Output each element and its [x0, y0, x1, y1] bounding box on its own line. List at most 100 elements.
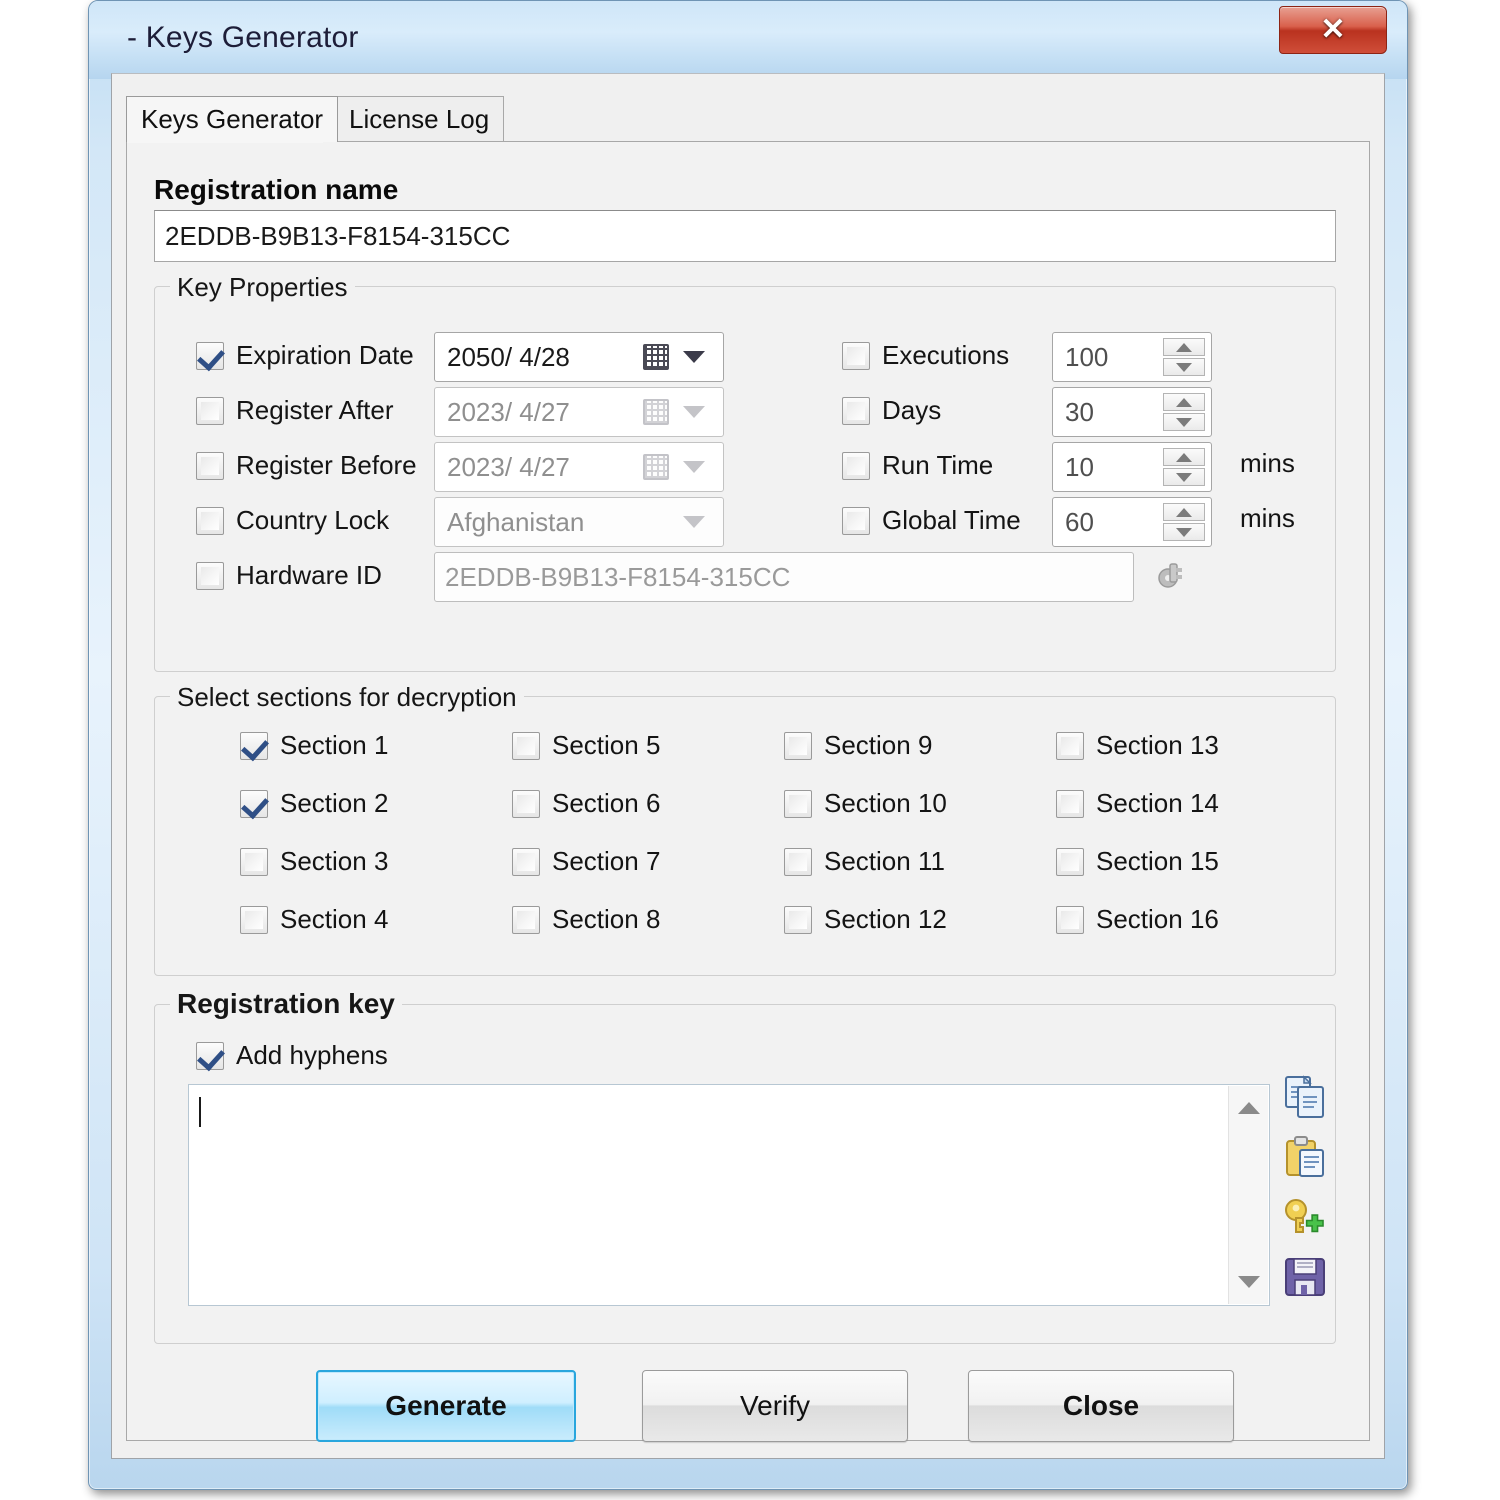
- checkbox-section-11[interactable]: [784, 848, 812, 876]
- unit-run-time: mins: [1240, 448, 1295, 478]
- checkbox-add-hyphens[interactable]: [196, 1042, 224, 1070]
- label-section-3[interactable]: Section 3: [280, 846, 388, 877]
- checkbox-section-1[interactable]: [240, 732, 268, 760]
- add-key-icon[interactable]: [1282, 1194, 1328, 1240]
- label-section-11[interactable]: Section 11: [824, 846, 945, 877]
- label-section-7[interactable]: Section 7: [552, 846, 660, 877]
- label-global-time[interactable]: Global Time: [882, 505, 1021, 536]
- label-section-6[interactable]: Section 6: [552, 788, 660, 819]
- label-section-9[interactable]: Section 9: [824, 730, 932, 761]
- spinner-global-time[interactable]: 60: [1052, 497, 1212, 547]
- spinner-run-time-buttons[interactable]: [1163, 448, 1205, 486]
- checkbox-section-7[interactable]: [512, 848, 540, 876]
- label-add-hyphens[interactable]: Add hyphens: [236, 1040, 388, 1071]
- checkbox-days[interactable]: [842, 397, 870, 425]
- label-days[interactable]: Days: [882, 395, 941, 426]
- checkbox-section-14[interactable]: [1056, 790, 1084, 818]
- title-bar[interactable]: - Keys Generator ✕: [89, 1, 1407, 79]
- date-expiration-date[interactable]: 2050/ 4/28: [434, 332, 724, 382]
- checkbox-expiration-date[interactable]: [196, 342, 224, 370]
- checkbox-register-after[interactable]: [196, 397, 224, 425]
- spinner-up-icon[interactable]: [1163, 503, 1205, 521]
- checkbox-section-12[interactable]: [784, 906, 812, 934]
- generate-button-label: Generate: [385, 1390, 507, 1421]
- date-register-before[interactable]: 2023/ 4/27: [434, 442, 724, 492]
- spinner-days[interactable]: 30: [1052, 387, 1212, 437]
- label-section-12[interactable]: Section 12: [824, 904, 947, 935]
- spinner-run-time[interactable]: 10: [1052, 442, 1212, 492]
- label-section-8[interactable]: Section 8: [552, 904, 660, 935]
- label-executions[interactable]: Executions: [882, 340, 1009, 371]
- checkbox-country-lock[interactable]: [196, 507, 224, 535]
- label-section-16[interactable]: Section 16: [1096, 904, 1219, 935]
- textarea-scrollbar[interactable]: [1228, 1086, 1268, 1304]
- checkbox-section-4[interactable]: [240, 906, 268, 934]
- spinner-up-icon[interactable]: [1163, 448, 1205, 466]
- calendar-icon: [643, 454, 669, 480]
- scroll-up-icon[interactable]: [1229, 1088, 1269, 1128]
- spinner-down-icon[interactable]: [1163, 523, 1205, 541]
- checkbox-section-6[interactable]: [512, 790, 540, 818]
- label-run-time[interactable]: Run Time: [882, 450, 993, 481]
- spinner-days-buttons[interactable]: [1163, 393, 1205, 431]
- close-button[interactable]: Close: [968, 1370, 1234, 1442]
- checkbox-section-8[interactable]: [512, 906, 540, 934]
- label-section-2[interactable]: Section 2: [280, 788, 388, 819]
- label-register-before[interactable]: Register Before: [236, 450, 417, 481]
- input-hardware-id[interactable]: 2EDDB-B9B13-F8154-315CC: [434, 552, 1134, 602]
- chevron-down-icon[interactable]: [683, 461, 705, 473]
- label-section-14[interactable]: Section 14: [1096, 788, 1219, 819]
- paste-icon[interactable]: [1282, 1134, 1328, 1180]
- label-section-4[interactable]: Section 4: [280, 904, 388, 935]
- date-register-after[interactable]: 2023/ 4/27: [434, 387, 724, 437]
- chevron-down-icon[interactable]: [683, 516, 705, 528]
- generate-button[interactable]: Generate: [316, 1370, 576, 1442]
- registration-key-textarea[interactable]: [188, 1084, 1270, 1306]
- checkbox-section-15[interactable]: [1056, 848, 1084, 876]
- date-register-after-value: 2023/ 4/27: [447, 396, 570, 427]
- checkbox-run-time[interactable]: [842, 452, 870, 480]
- checkbox-global-time[interactable]: [842, 507, 870, 535]
- checkbox-executions[interactable]: [842, 342, 870, 370]
- checkbox-register-before[interactable]: [196, 452, 224, 480]
- spinner-up-icon[interactable]: [1163, 338, 1205, 356]
- checkbox-section-13[interactable]: [1056, 732, 1084, 760]
- checkbox-section-10[interactable]: [784, 790, 812, 818]
- registration-name-input[interactable]: 2EDDB-B9B13-F8154-315CC: [154, 210, 1336, 262]
- scroll-down-icon[interactable]: [1229, 1262, 1269, 1302]
- spinner-down-icon[interactable]: [1163, 413, 1205, 431]
- tab-keys-generator[interactable]: Keys Generator: [126, 96, 339, 142]
- label-section-5[interactable]: Section 5: [552, 730, 660, 761]
- tab-license-log[interactable]: License Log: [334, 96, 505, 142]
- label-hardware-id[interactable]: Hardware ID: [236, 560, 382, 591]
- checkbox-section-3[interactable]: [240, 848, 268, 876]
- spinner-up-icon[interactable]: [1163, 393, 1205, 411]
- combo-country-lock[interactable]: Afghanistan: [434, 497, 724, 547]
- registration-name-header: Registration name: [154, 174, 399, 205]
- label-expiration-date[interactable]: Expiration Date: [236, 340, 414, 371]
- label-section-13[interactable]: Section 13: [1096, 730, 1219, 761]
- checkbox-section-2[interactable]: [240, 790, 268, 818]
- checkbox-section-5[interactable]: [512, 732, 540, 760]
- label-section-1[interactable]: Section 1: [280, 730, 388, 761]
- hardware-key-icon[interactable]: [1154, 556, 1194, 596]
- chevron-down-icon[interactable]: [683, 351, 705, 363]
- checkbox-section-9[interactable]: [784, 732, 812, 760]
- spinner-down-icon[interactable]: [1163, 468, 1205, 486]
- spinner-executions[interactable]: 100: [1052, 332, 1212, 382]
- label-section-15[interactable]: Section 15: [1096, 846, 1219, 877]
- label-section-10[interactable]: Section 10: [824, 788, 947, 819]
- window-close-button[interactable]: ✕: [1279, 6, 1387, 54]
- spinner-down-icon[interactable]: [1163, 358, 1205, 376]
- spinner-run-time-value: 10: [1065, 451, 1094, 482]
- checkbox-hardware-id[interactable]: [196, 562, 224, 590]
- checkbox-section-16[interactable]: [1056, 906, 1084, 934]
- verify-button[interactable]: Verify: [642, 1370, 908, 1442]
- copy-icon[interactable]: [1282, 1074, 1328, 1120]
- chevron-down-icon[interactable]: [683, 406, 705, 418]
- save-icon[interactable]: [1282, 1254, 1328, 1300]
- spinner-global-time-buttons[interactable]: [1163, 503, 1205, 541]
- spinner-executions-buttons[interactable]: [1163, 338, 1205, 376]
- label-register-after[interactable]: Register After: [236, 395, 394, 426]
- label-country-lock[interactable]: Country Lock: [236, 505, 389, 536]
